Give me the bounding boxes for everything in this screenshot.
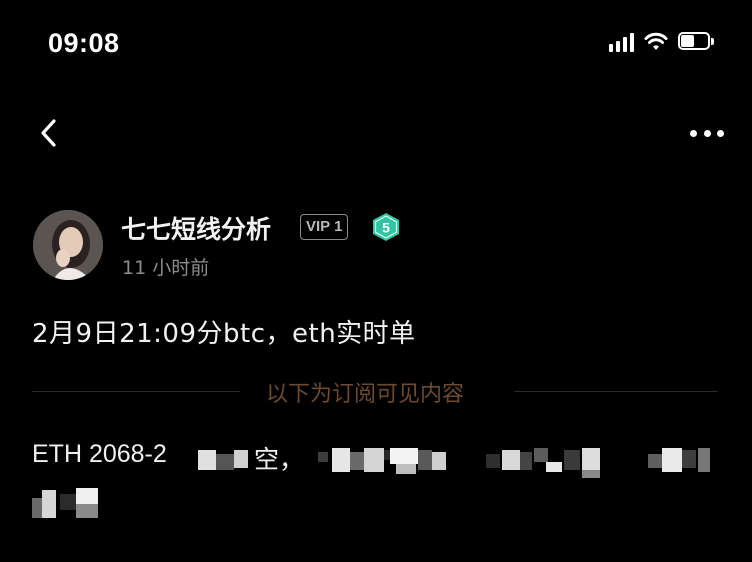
post-time: 11 小时前 [122, 257, 210, 279]
chevron-left-icon [41, 119, 56, 147]
back-button[interactable] [36, 116, 66, 150]
status-icons [609, 32, 718, 52]
status-time: 09:08 [48, 28, 120, 58]
cellular-signal-icon [609, 32, 634, 52]
post-content-visible-mid: 空， [254, 445, 305, 474]
vip-badge: VIP 1 [300, 214, 349, 240]
divider-right [514, 391, 718, 392]
author-name[interactable]: 七七短线分析 [121, 210, 271, 246]
subscription-divider-label: 以下为订阅可见内容 [266, 382, 465, 407]
level-badge: 5 [371, 212, 401, 242]
divider-left [32, 391, 240, 392]
level-number: 5 [382, 220, 390, 236]
more-horizontal-icon [690, 129, 697, 137]
post-content-visible-start: ETH 2068-2 [32, 440, 167, 468]
battery-icon [678, 32, 718, 52]
more-button[interactable] [690, 120, 724, 146]
post-title: 2月9日21:09分btc，eth实时单 [32, 319, 416, 349]
wifi-icon [644, 32, 668, 50]
avatar[interactable] [33, 210, 103, 280]
